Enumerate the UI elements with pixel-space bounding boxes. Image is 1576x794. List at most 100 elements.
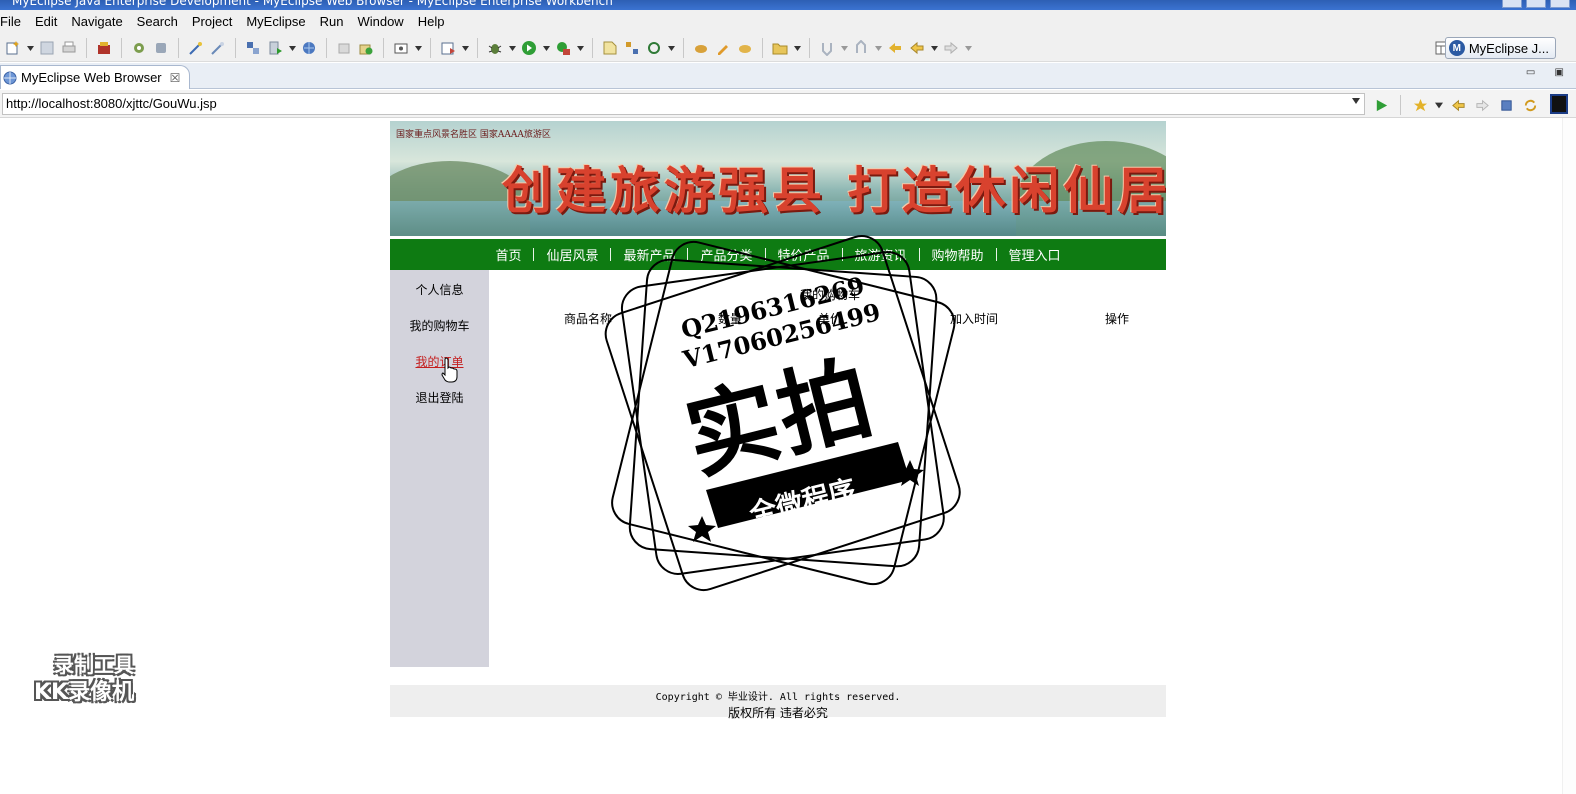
sidebar-item-logout[interactable]: 退出登陆 bbox=[390, 389, 489, 406]
nav-admin[interactable]: 管理入口 bbox=[997, 245, 1073, 264]
wizard-alt-icon[interactable] bbox=[209, 39, 227, 57]
globe-icon bbox=[3, 71, 17, 84]
sidebar-item-cart[interactable]: 我的购物车 bbox=[390, 317, 489, 334]
url-input[interactable]: http://localhost:8080/xjttc/GouWu.jsp bbox=[2, 93, 1365, 115]
menu-run[interactable]: Run bbox=[313, 14, 351, 29]
hand-cursor-icon bbox=[441, 357, 458, 383]
tab-label: MyEclipse Web Browser bbox=[21, 70, 162, 85]
save-icon[interactable] bbox=[38, 39, 56, 57]
vertical-scrollbar[interactable] bbox=[1562, 118, 1576, 794]
sidebar-item-profile[interactable]: 个人信息 bbox=[390, 281, 489, 298]
prev-annotation-icon[interactable] bbox=[852, 39, 870, 57]
run-icon[interactable] bbox=[520, 39, 538, 57]
new-class-icon[interactable] bbox=[439, 39, 457, 57]
chevron-down-icon[interactable] bbox=[288, 39, 296, 57]
menu-navigate[interactable]: Navigate bbox=[64, 14, 129, 29]
go-icon[interactable] bbox=[1372, 96, 1390, 114]
forward-icon[interactable] bbox=[942, 39, 960, 57]
wizard-icon[interactable] bbox=[187, 39, 205, 57]
chevron-down-icon[interactable] bbox=[667, 39, 675, 57]
menu-search[interactable]: Search bbox=[130, 14, 185, 29]
browser-address-bar: http://localhost:8080/xjttc/GouWu.jsp bbox=[0, 90, 1576, 118]
column-header-actions: 操作 bbox=[1105, 312, 1130, 326]
package-icon[interactable] bbox=[95, 39, 113, 57]
perspective-label: MyEclipse J... bbox=[1468, 40, 1549, 56]
main-toolbar: M MyEclipse J... bbox=[0, 32, 1576, 62]
debug-gear-icon[interactable] bbox=[130, 39, 148, 57]
myeclipse-icon: M bbox=[1448, 40, 1465, 56]
stop-icon[interactable] bbox=[1497, 96, 1515, 114]
refresh-green-icon[interactable] bbox=[357, 39, 375, 57]
server-run-icon[interactable] bbox=[266, 39, 284, 57]
toolbar-separator bbox=[762, 38, 763, 58]
cut-icon[interactable] bbox=[335, 39, 353, 57]
next-annotation-icon[interactable] bbox=[818, 39, 836, 57]
menu-edit[interactable]: Edit bbox=[28, 14, 64, 29]
search-files-icon[interactable] bbox=[692, 39, 710, 57]
menu-help[interactable]: Help bbox=[411, 14, 452, 29]
window-title-bar: MyEclipse Java Enterprise Development - … bbox=[0, 0, 1576, 10]
folder-icon[interactable] bbox=[771, 39, 789, 57]
toolbar-separator bbox=[326, 38, 327, 58]
chevron-down-icon[interactable] bbox=[542, 39, 550, 57]
chevron-down-icon[interactable] bbox=[964, 39, 972, 57]
globe-icon[interactable] bbox=[300, 39, 318, 57]
chevron-down-icon[interactable] bbox=[461, 39, 469, 57]
favorites-icon[interactable] bbox=[1411, 96, 1429, 114]
chevron-down-icon[interactable] bbox=[508, 39, 516, 57]
refresh-icon[interactable] bbox=[645, 39, 663, 57]
menu-window[interactable]: Window bbox=[350, 14, 410, 29]
banner-slogan: 创建旅游强县 打造休闲仙居 bbox=[502, 161, 1166, 220]
close-tab-icon[interactable]: ☒ bbox=[170, 71, 181, 85]
menu-file[interactable]: File bbox=[0, 14, 28, 29]
chevron-down-icon[interactable] bbox=[26, 39, 34, 57]
bug-icon[interactable] bbox=[486, 39, 504, 57]
sidebar-item-orders[interactable]: 我的订单 bbox=[390, 353, 489, 370]
server-icon[interactable] bbox=[152, 39, 170, 57]
chevron-down-icon[interactable] bbox=[874, 39, 882, 57]
chevron-down-icon[interactable] bbox=[840, 39, 848, 57]
chevron-down-icon[interactable] bbox=[930, 39, 938, 57]
tab-myeclipse-web-browser[interactable]: MyEclipse Web Browser ☒ bbox=[0, 65, 190, 89]
menu-myeclipse[interactable]: MyEclipse bbox=[239, 14, 312, 29]
minimize-button[interactable] bbox=[1502, 0, 1522, 8]
maximize-button[interactable] bbox=[1526, 0, 1546, 8]
external-tools-icon[interactable] bbox=[554, 39, 572, 57]
browser-forward-icon[interactable] bbox=[1473, 96, 1491, 114]
print-icon[interactable] bbox=[60, 39, 78, 57]
url-history-dropdown-icon[interactable] bbox=[1352, 98, 1360, 104]
browser-back-icon[interactable] bbox=[1449, 96, 1467, 114]
chevron-down-icon[interactable] bbox=[793, 39, 801, 57]
recorder-watermark: 录制工具 KK录像机 bbox=[34, 652, 134, 708]
open-type-icon[interactable] bbox=[601, 39, 619, 57]
watermark-stamp: Q2196316269 V17060256499 实拍 全微程序 bbox=[598, 228, 968, 600]
screenshot-icon[interactable] bbox=[392, 39, 410, 57]
back-icon[interactable] bbox=[908, 39, 926, 57]
hierarchy-icon[interactable] bbox=[623, 39, 641, 57]
new-icon[interactable] bbox=[4, 39, 22, 57]
chevron-down-icon[interactable] bbox=[576, 39, 584, 57]
task-icon[interactable] bbox=[736, 39, 754, 57]
toolbar-separator bbox=[809, 38, 810, 58]
color-swatch[interactable] bbox=[1550, 94, 1568, 114]
user-sidebar: 个人信息 我的购物车 我的订单 退出登陆 bbox=[390, 270, 489, 667]
chevron-down-icon[interactable] bbox=[414, 39, 422, 57]
view-minmax-controls[interactable]: ▭ ▣ bbox=[1526, 67, 1572, 78]
menu-bar: File Edit Navigate Search Project MyEcli… bbox=[0, 10, 1576, 32]
toolbar-separator bbox=[683, 38, 684, 58]
last-edit-icon[interactable] bbox=[886, 39, 904, 57]
toolbar-separator bbox=[235, 38, 236, 58]
toolbar-separator bbox=[178, 38, 179, 58]
site-banner: 国家重点风景名胜区 国家AAAA旅游区 创建旅游强县 打造休闲仙居 bbox=[390, 121, 1166, 236]
menu-project[interactable]: Project bbox=[185, 14, 239, 29]
chevron-down-icon[interactable] bbox=[1435, 96, 1443, 114]
reload-icon[interactable] bbox=[1521, 96, 1539, 114]
nav-home[interactable]: 首页 bbox=[483, 245, 533, 264]
perspective-myeclipse-button[interactable]: M MyEclipse J... bbox=[1444, 37, 1556, 59]
banner-subtitle: 国家重点风景名胜区 国家AAAA旅游区 bbox=[396, 130, 551, 140]
toolbar-separator bbox=[477, 38, 478, 58]
pencil-icon[interactable] bbox=[714, 39, 732, 57]
close-window-button[interactable] bbox=[1550, 0, 1570, 8]
deploy-icon[interactable] bbox=[244, 39, 262, 57]
recorder-line1: 录制工具 bbox=[54, 653, 134, 677]
